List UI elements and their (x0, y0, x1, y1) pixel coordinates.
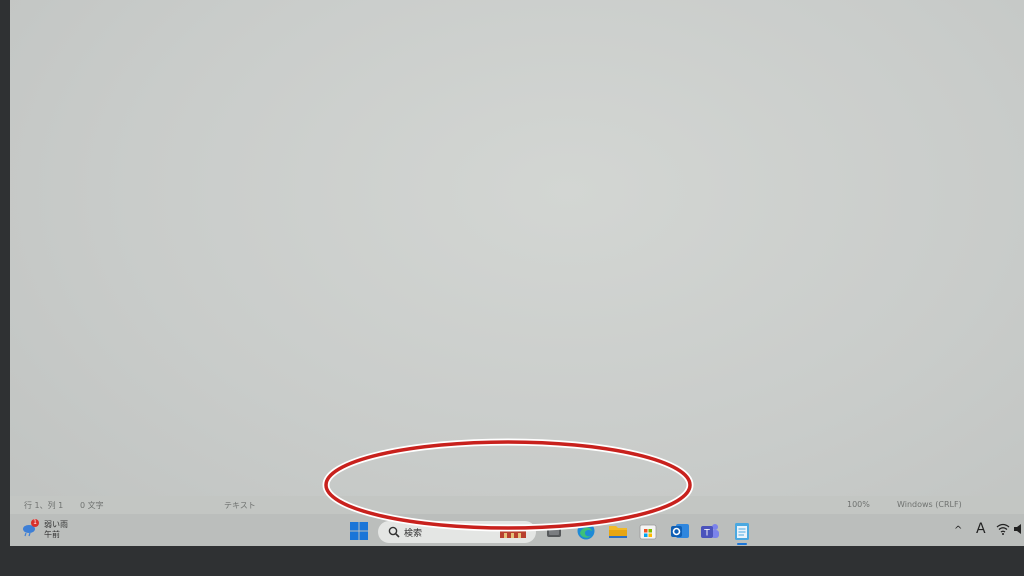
taskbar: 1 弱い雨 午前 検索 T ^ A (10, 514, 1024, 546)
wifi-icon[interactable] (996, 523, 1010, 535)
show-hidden-icons-chevron-icon[interactable]: ^ (954, 525, 962, 536)
weather-alert-badge: 1 (31, 519, 39, 527)
notepad-text-area[interactable] (10, 0, 1024, 496)
zoom-level[interactable]: 100% (847, 500, 870, 509)
notepad-icon[interactable] (732, 521, 752, 541)
weather-widget[interactable]: 1 弱い雨 午前 (20, 519, 90, 543)
file-explorer-icon[interactable] (608, 521, 628, 541)
microsoft-store-icon[interactable] (638, 521, 658, 541)
weather-period: 午前 (44, 530, 60, 539)
search-highlight-illustration-icon (498, 525, 528, 538)
notepad-status-bar: 行 1、列 1 0 文字 テキスト 100% Windows (CRLF) (10, 496, 1024, 514)
monitor-screen: 行 1、列 1 0 文字 テキスト 100% Windows (CRLF) 1 … (10, 0, 1024, 546)
speaker-icon[interactable] (1014, 523, 1024, 535)
teams-icon[interactable]: T (700, 521, 720, 541)
character-count: 0 文字 (80, 501, 104, 510)
ime-mode-indicator[interactable]: A (976, 521, 986, 537)
task-view-icon[interactable] (546, 522, 562, 540)
windows-start-icon[interactable] (350, 522, 368, 540)
active-app-indicator (737, 543, 747, 545)
line-ending[interactable]: Windows (CRLF) (897, 500, 962, 509)
edge-icon[interactable] (576, 521, 596, 541)
taskbar-search-box[interactable]: 検索 (378, 521, 536, 543)
cursor-position: 行 1、列 1 (24, 501, 64, 510)
weather-condition: 弱い雨 (44, 520, 68, 529)
weather-text: 弱い雨 午前 (44, 520, 68, 540)
search-icon (388, 526, 400, 538)
file-type: テキスト (224, 501, 256, 510)
search-placeholder: 検索 (404, 529, 423, 539)
outlook-icon[interactable] (670, 521, 690, 541)
svg-text:T: T (703, 529, 710, 539)
